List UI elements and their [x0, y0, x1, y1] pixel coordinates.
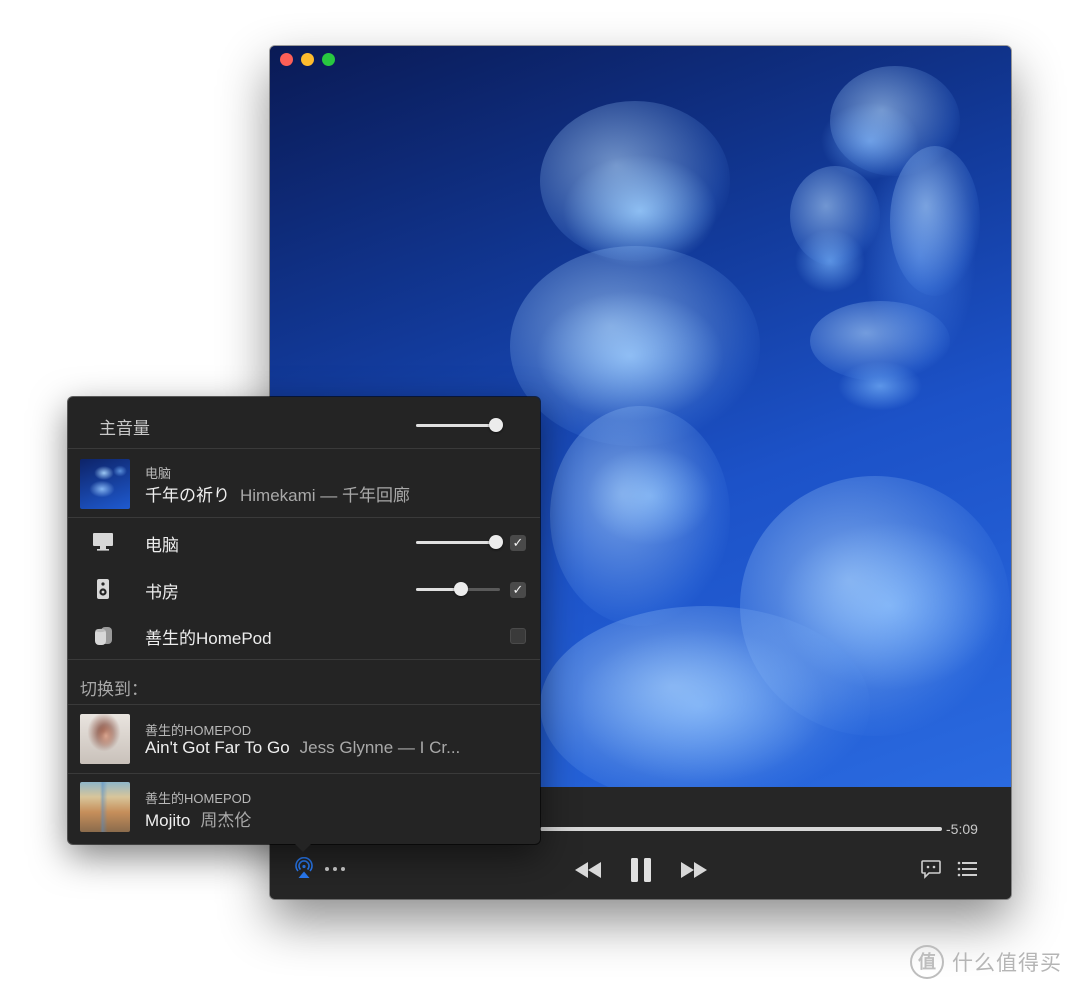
slider-knob[interactable]	[489, 535, 503, 549]
lyrics-button[interactable]	[920, 858, 942, 880]
airplay-popover: 主音量 电脑 千年の祈り Himekami — 千年回廊 电脑 ✓ 书房 ✓ 善…	[68, 397, 540, 852]
close-window-button[interactable]	[280, 53, 293, 66]
fast-forward-icon	[681, 862, 707, 878]
switch-item-track: Ain't Got Far To Go Jess Glynne — I Cr...	[145, 738, 460, 758]
device-name-homepod: 善生的HomePod	[145, 629, 272, 648]
switch-item-source: 善生的HOMEPOD	[145, 791, 252, 806]
slider-knob[interactable]	[489, 418, 503, 432]
more-icon	[325, 867, 345, 871]
now-playing-artist: Himekami — 千年回廊	[240, 486, 411, 505]
now-playing-artwork	[80, 459, 130, 509]
computer-checkbox[interactable]: ✓	[510, 535, 526, 551]
fast-forward-button[interactable]	[680, 861, 708, 879]
computer-volume-slider[interactable]	[416, 534, 503, 550]
pause-icon	[631, 858, 651, 882]
up-next-queue-button[interactable]	[957, 860, 977, 878]
device-name-study: 书房	[145, 583, 179, 602]
switch-item-mojito[interactable]: 善生的HOMEPOD Mojito 周杰伦	[68, 774, 540, 842]
now-playing-source: 电脑	[145, 466, 172, 481]
switch-item-title: Ain't Got Far To Go	[145, 738, 290, 757]
switch-item-title: Mojito	[145, 811, 191, 830]
switch-item-artwork	[80, 782, 130, 832]
switch-item-track: Mojito 周杰伦	[145, 806, 251, 831]
switch-item-source: 善生的HOMEPOD	[145, 723, 252, 738]
minimize-window-button[interactable]	[301, 53, 314, 66]
now-playing-track: 千年の祈り Himekami — 千年回廊	[145, 481, 410, 506]
queue-icon	[957, 861, 977, 877]
switch-to-label: 切换到：	[80, 680, 148, 699]
study-checkbox[interactable]: ✓	[510, 582, 526, 598]
divider	[68, 448, 540, 449]
divider	[68, 517, 540, 518]
window-controls	[280, 53, 335, 66]
pause-button[interactable]	[630, 857, 652, 883]
device-name-computer: 电脑	[145, 536, 179, 555]
homepod-icon	[92, 624, 114, 646]
study-volume-slider[interactable]	[416, 581, 500, 597]
watermark-text: 什么值得买	[952, 952, 1062, 975]
lyrics-icon	[921, 860, 941, 879]
master-volume-label: 主音量	[99, 419, 150, 438]
speaker-icon	[92, 578, 114, 600]
rewind-icon	[575, 862, 601, 878]
playback-progress-bar[interactable]	[540, 827, 942, 831]
switch-item-artist: 周杰伦	[200, 811, 252, 830]
watermark: 值 什么值得买	[910, 945, 1062, 979]
popover-arrow	[294, 843, 312, 852]
computer-icon	[92, 531, 114, 553]
divider	[68, 659, 540, 660]
maximize-window-button[interactable]	[322, 53, 335, 66]
homepod-checkbox[interactable]	[510, 628, 526, 644]
switch-item-jess-glynne[interactable]: 善生的HOMEPOD Ain't Got Far To Go Jess Glynn…	[68, 705, 540, 773]
watermark-logo: 值	[910, 945, 944, 979]
more-options-button[interactable]	[324, 859, 346, 875]
airplay-icon	[295, 856, 313, 878]
master-volume-slider[interactable]	[416, 417, 503, 433]
slider-knob[interactable]	[454, 582, 468, 596]
rewind-button[interactable]	[574, 861, 602, 879]
switch-item-artwork	[80, 714, 130, 764]
switch-item-artist: Jess Glynne — I Cr...	[299, 738, 461, 757]
airplay-button[interactable]	[293, 856, 315, 879]
time-remaining: -5:09	[946, 821, 978, 837]
now-playing-title: 千年の祈り	[145, 486, 230, 505]
